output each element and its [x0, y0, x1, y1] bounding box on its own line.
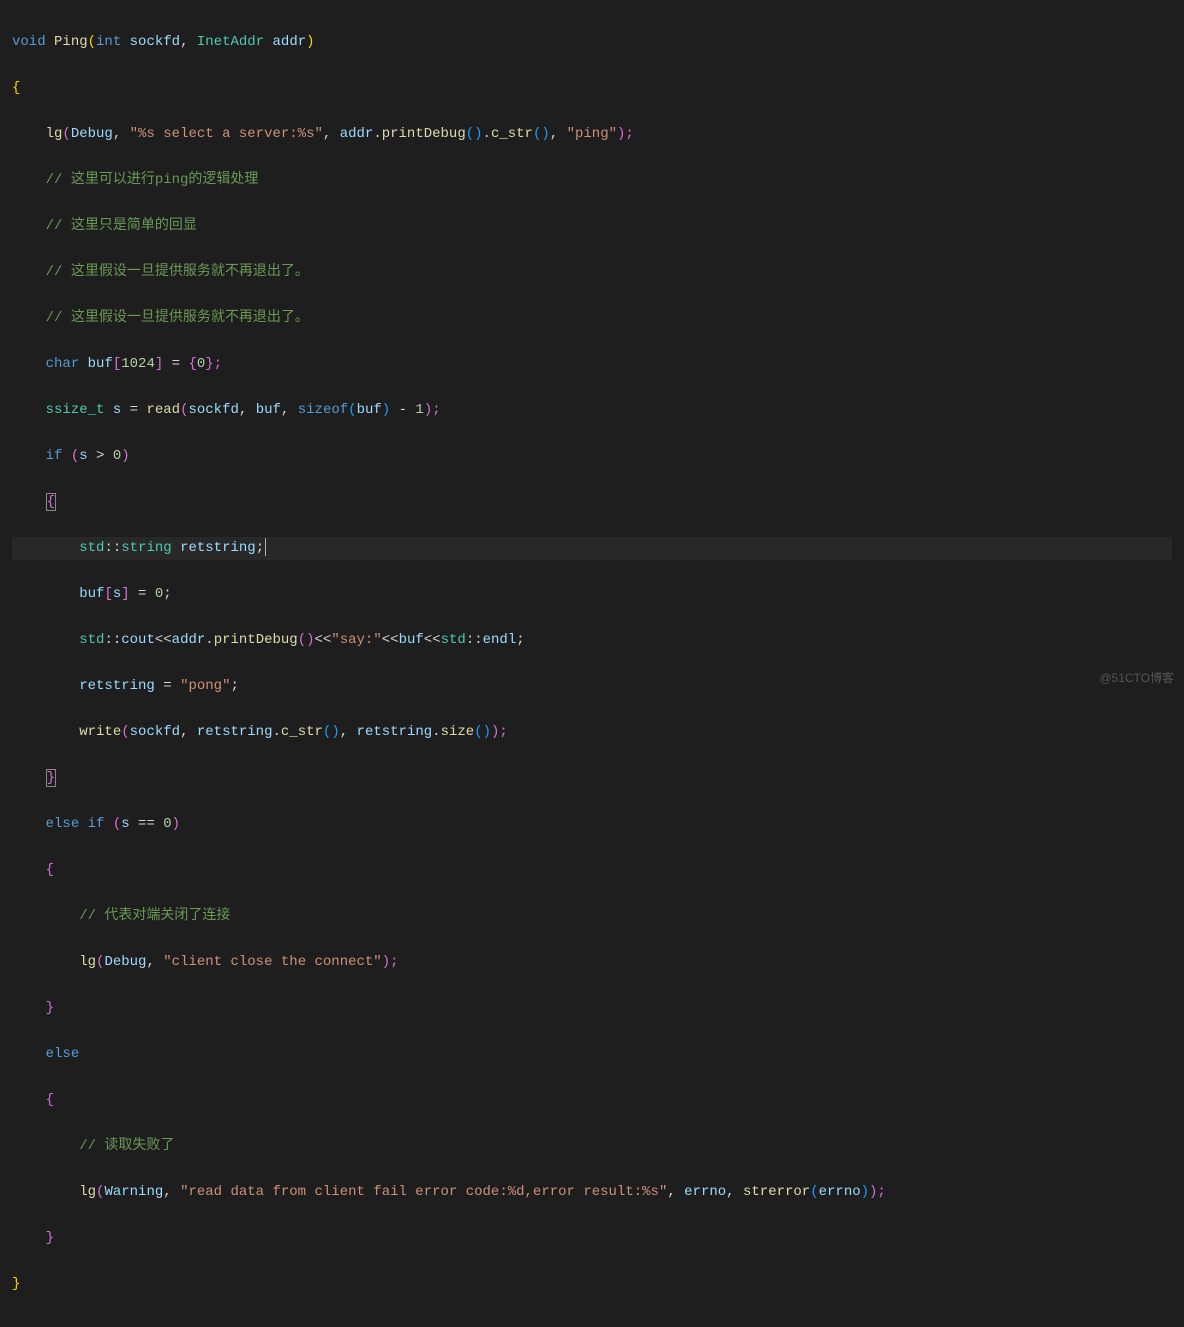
code-line: }	[12, 767, 1172, 790]
code-line: buf[s] = 0;	[12, 583, 1172, 606]
code-line: }	[12, 1273, 1172, 1296]
code-line: // 这里只是简单的回显	[12, 215, 1172, 238]
code-line: // 这里假设一旦提供服务就不再退出了。	[12, 261, 1172, 284]
code-line: }	[12, 1227, 1172, 1250]
code-line-active: std::string retstring;	[12, 537, 1172, 560]
code-line: // 代表对端关闭了连接	[12, 905, 1172, 928]
code-line: if (s > 0)	[12, 445, 1172, 468]
watermark: @51CTO博客	[1099, 667, 1174, 690]
code-line: // 这里可以进行ping的逻辑处理	[12, 169, 1172, 192]
code-line: retstring = "pong";	[12, 675, 1172, 698]
code-line: ssize_t s = read(sockfd, buf, sizeof(buf…	[12, 399, 1172, 422]
code-line: {	[12, 491, 1172, 514]
code-line: lg(Debug, "%s select a server:%s", addr.…	[12, 123, 1172, 146]
code-line: // 这里假设一旦提供服务就不再退出了。	[12, 307, 1172, 330]
code-line: char buf[1024] = {0};	[12, 353, 1172, 376]
code-line: else	[12, 1043, 1172, 1066]
code-line: {	[12, 77, 1172, 100]
code-line: // 读取失败了	[12, 1135, 1172, 1158]
code-line: {	[12, 1089, 1172, 1112]
code-line: }	[12, 997, 1172, 1020]
code-line: lg(Debug, "client close the connect");	[12, 951, 1172, 974]
text-cursor	[265, 538, 266, 556]
code-editor[interactable]: void Ping(int sockfd, InetAddr addr) { l…	[0, 0, 1184, 1327]
code-line: write(sockfd, retstring.c_str(), retstri…	[12, 721, 1172, 744]
code-line: std::cout<<addr.printDebug()<<"say:"<<bu…	[12, 629, 1172, 652]
code-line: {	[12, 859, 1172, 882]
code-line: else if (s == 0)	[12, 813, 1172, 836]
code-line: void Ping(int sockfd, InetAddr addr)	[12, 31, 1172, 54]
code-line: lg(Warning, "read data from client fail …	[12, 1181, 1172, 1204]
